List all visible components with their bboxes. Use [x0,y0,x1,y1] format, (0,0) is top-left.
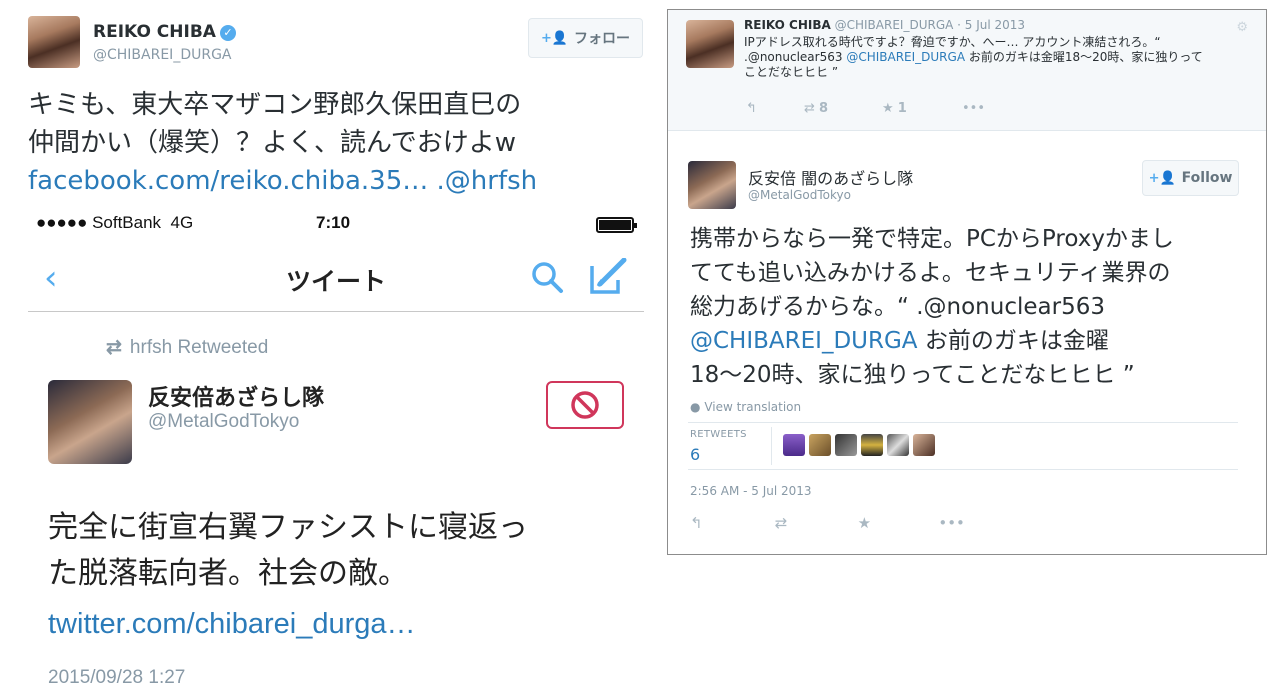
right-screenshot: REIKO CHIBA @CHIBAREI_DURGA · 5 Jul 2013… [667,9,1267,555]
retweet-action[interactable]: ⇄ 8 [804,101,882,116]
quoted-handle[interactable]: @CHIBAREI_DURGA [831,18,954,32]
verified-icon: ✓ [219,25,236,41]
retweets-count[interactable]: 6 [690,445,700,464]
quoted-name[interactable]: REIKO CHIBA [744,18,831,32]
retweeter-avatar[interactable] [809,434,831,456]
quoted-line-3: ことだなヒヒヒ ” [744,65,839,79]
right-line-4-rest: お前のガキは金曜 [917,328,1109,354]
mention-link[interactable]: .@hrfsh [428,166,538,196]
follow-label: フォロー [574,31,631,47]
gear-icon[interactable]: ⚙ [1236,20,1248,35]
phone-tweet-date: 2015/09/28 1:27 [48,667,186,688]
battery-icon [596,217,637,233]
tweet-line-3: facebook.com/reiko.chiba.35… .@hrfsh [28,162,648,200]
block-icon [571,391,599,419]
facebook-link[interactable]: facebook.com/reiko.chiba.35… [28,166,428,196]
favorite-action[interactable]: ★ 1 [882,101,962,116]
view-translation[interactable]: ● View translation [690,400,801,414]
retweeter-avatar[interactable] [913,434,935,456]
right-user-handle[interactable]: @MetalGodTokyo [748,188,851,202]
user-handle[interactable]: @CHIBAREI_DURGA [93,47,232,63]
status-time: 7:10 [316,213,351,232]
reiko-small-avatar[interactable] [686,20,734,68]
more-icon[interactable]: ••• [938,514,965,532]
right-line-4: @CHIBAREI_DURGA お前のガキは金曜 [690,324,1250,358]
phone-user-handle[interactable]: @MetalGodTokyo [148,411,299,433]
follow-label-en: Follow [1181,170,1233,186]
retweeter-avatars [783,434,935,456]
carrier-signal: ●●●●● SoftBank 4G [36,213,193,233]
phone-status-bar: ●●●●● SoftBank 4G 7:10 [36,213,637,239]
blocked-button[interactable] [546,381,624,429]
follow-person-icon: +👤 [540,30,569,46]
quoted-favorite-count: 1 [897,101,907,116]
retweeter-avatar[interactable] [861,434,883,456]
favorite-icon: ★ [882,101,894,116]
tweet-actions: ↰ ⇄ ★ ••• [690,514,965,532]
quoted-mention-1[interactable]: .@nonuclear563 [744,50,842,64]
right-line-1: 携帯からなら一発で特定。PCからProxyかまし [690,226,1174,252]
carrier-label: ●●●●● SoftBank [36,213,162,232]
phone-tweet-text: 完全に街宣右翼ファシストに寝返っ た脱落転向者。社会の敵。 [48,505,638,597]
retweet-icon: ⇄ [106,337,122,358]
retweeted-by-label: hrfsh Retweeted [129,337,269,358]
phone-nav-bar: ‹ ツイート [28,250,644,312]
user-name-text[interactable]: REIKO CHIBA [93,22,216,42]
network-label: 4G [170,213,194,232]
tweet-line-1: キミも、東大卒マザコン野郎久保田直巳の [28,90,522,120]
retweeter-avatar[interactable] [835,434,857,456]
tweet-text: キミも、東大卒マザコン野郎久保田直巳の 仲間かい（爆笑）？よく、読んでおけよw … [28,86,648,200]
stats-divider [771,427,772,465]
retweeter-avatar[interactable] [887,434,909,456]
metalgod-avatar[interactable] [48,380,132,464]
retweets-label: RETWEETS [690,429,747,440]
quoted-line-1: IPアドレス取れる時代ですよ？脅迫ですか、へー… アカウント凍結されろ。“ [744,35,1161,49]
twitter-link[interactable]: twitter.com/chibarei_durga… [48,608,416,641]
follow-button[interactable]: +👤 フォロー [528,18,643,58]
reply-icon[interactable]: ↰ [690,514,770,532]
favorite-icon[interactable]: ★ [858,514,934,532]
more-icon[interactable]: ••• [962,101,985,116]
right-line-5: 18〜20時、家に独りってことだなヒヒヒ ” [690,362,1135,388]
tweet-line-2: 仲間かい（爆笑）？よく、読んでおけよw [28,128,516,158]
phone-tweet-line-2: た脱落転向者。社会の敵。 [48,556,408,591]
search-icon[interactable] [530,260,564,294]
right-line-3: 総力あげるからな。“ .@nonuclear563 [690,294,1105,320]
compose-icon[interactable] [588,258,628,296]
follow-button-en[interactable]: +👤 Follow [1142,160,1239,196]
user-name[interactable]: REIKO CHIBA ✓ [93,22,236,42]
globe-icon: ● [690,400,701,414]
reiko-avatar[interactable] [28,16,80,68]
reply-icon[interactable]: ↰ [746,101,804,116]
quoted-line-2: .@nonuclear563 @CHIBAREI_DURGA お前のガキは金曜1… [744,50,1249,65]
quoted-mention-2[interactable]: @CHIBAREI_DURGA [846,50,965,64]
metalgod-avatar-right[interactable] [688,161,736,209]
quoted-retweet-count: 8 [819,101,829,116]
right-mention[interactable]: @CHIBAREI_DURGA [690,328,918,354]
phone-user-name[interactable]: 反安倍あざらし隊 [148,380,324,412]
retweet-icon: ⇄ [804,101,815,116]
follow-person-icon: +👤 [1148,170,1176,186]
left-screenshot: REIKO CHIBA ✓ @CHIBAREI_DURGA +👤 フォロー キミも… [0,0,660,698]
tweet-timestamp[interactable]: 2:56 AM - 5 Jul 2013 [690,484,812,498]
quoted-date[interactable]: · 5 Jul 2013 [953,18,1025,32]
quoted-line-2-rest: お前のガキは金曜18〜20時、家に独りって [965,50,1203,64]
quoted-actions: ↰ ⇄ 8 ★ 1 ••• [746,101,985,116]
retweeter-avatar[interactable] [783,434,805,456]
right-line-2: てても追い込みかけるよ。セキュリティ業界の [690,260,1171,286]
retweet-icon[interactable]: ⇄ [775,514,853,532]
quoted-tweet[interactable]: REIKO CHIBA @CHIBAREI_DURGA · 5 Jul 2013… [668,10,1266,131]
view-translation-label: View translation [704,400,802,414]
right-tweet-text: 携帯からなら一発で特定。PCからProxyかまし てても追い込みかけるよ。セキュ… [690,222,1250,392]
quoted-header: REIKO CHIBA @CHIBAREI_DURGA · 5 Jul 2013 [744,18,1025,32]
tweet-stats: RETWEETS 6 [688,422,1238,470]
phone-tweet-line-1: 完全に街宣右翼ファシストに寝返っ [48,510,528,545]
right-user-name[interactable]: 反安倍 闇のあざらし隊 [748,165,913,189]
retweeted-by[interactable]: ⇄ hrfsh Retweeted [106,336,268,359]
quoted-text: IPアドレス取れる時代ですよ？脅迫ですか、へー… アカウント凍結されろ。“ .@… [744,35,1249,80]
